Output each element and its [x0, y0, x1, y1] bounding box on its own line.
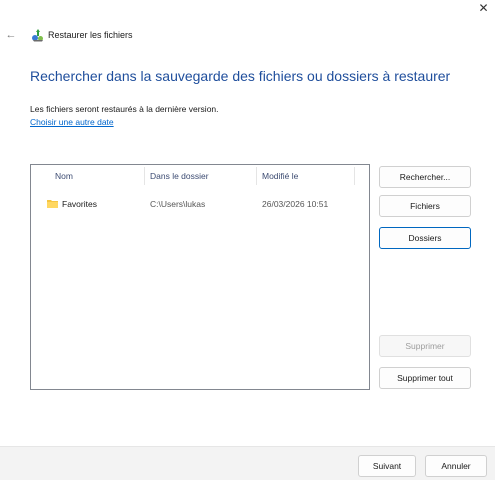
list-item-folder: C:\Users\lukas: [150, 199, 206, 209]
page-heading: Rechercher dans la sauvegarde des fichie…: [30, 68, 451, 84]
dialog-footer: Suivant Annuler: [0, 446, 495, 480]
remove-button[interactable]: Supprimer: [379, 335, 471, 357]
back-arrow-icon: ←: [5, 29, 17, 41]
add-folders-button[interactable]: Dossiers: [379, 227, 471, 249]
list-item-name: Favorites: [62, 199, 97, 209]
window-title: Restaurer les fichiers: [48, 30, 133, 40]
remove-all-button[interactable]: Supprimer tout: [379, 367, 471, 389]
choose-date-link[interactable]: Choisir une autre date: [30, 117, 114, 127]
list-item[interactable]: Favorites C:\Users\lukas 26/03/2026 10:5…: [31, 195, 369, 213]
restore-info-text: Les fichiers seront restaurés à la derni…: [30, 104, 219, 114]
back-button[interactable]: ←: [4, 28, 18, 42]
restore-files-icon: [32, 29, 43, 42]
add-files-button[interactable]: Fichiers: [379, 195, 471, 217]
column-header-folder[interactable]: Dans le dossier: [144, 165, 256, 187]
column-separator[interactable]: [354, 167, 355, 185]
column-header-name[interactable]: Nom: [49, 165, 145, 187]
search-button[interactable]: Rechercher...: [379, 166, 471, 188]
close-button[interactable]: ✕: [472, 0, 495, 16]
folder-icon: [47, 200, 58, 208]
cancel-button[interactable]: Annuler: [425, 455, 487, 477]
backup-file-list[interactable]: Nom Dans le dossier Modifié le Favorites…: [30, 164, 370, 390]
close-icon: ✕: [478, 1, 489, 15]
column-header-modified[interactable]: Modifié le: [256, 165, 354, 187]
next-button[interactable]: Suivant: [358, 455, 416, 477]
list-item-modified: 26/03/2026 10:51: [262, 199, 329, 209]
